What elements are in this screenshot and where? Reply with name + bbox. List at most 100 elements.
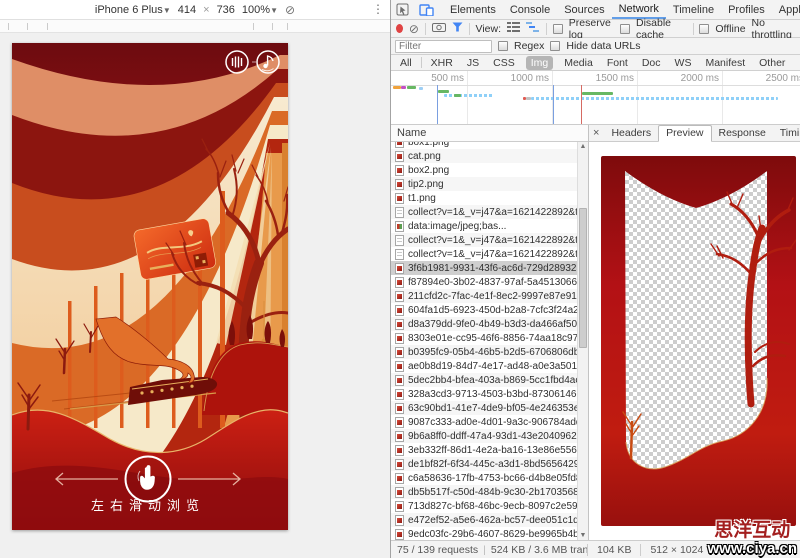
divider: [421, 57, 422, 68]
watermark: 思洋互动 www.ciya.cn: [708, 521, 797, 557]
table-row[interactable]: c6a58636-17fb-4753-bc66-d4b8e05fd855: [391, 471, 577, 485]
table-row[interactable]: 63c90bd1-41e7-4de9-bf05-4e246353ec42: [391, 401, 577, 415]
offline-checkbox[interactable]: [699, 24, 709, 34]
view-list-icon[interactable]: [507, 22, 520, 35]
type-filter-js[interactable]: JS: [464, 57, 482, 69]
offline-label: Offline: [715, 23, 745, 35]
type-filter-img[interactable]: Img: [526, 56, 554, 70]
tab-console[interactable]: Console: [503, 0, 557, 19]
table-row[interactable]: 713d827c-bf68-46bc-9ecb-8097c2e59012: [391, 499, 577, 513]
clear-icon[interactable]: ⊘: [409, 23, 419, 35]
image-file-icon: [395, 305, 404, 316]
disable-cache-checkbox[interactable]: [620, 24, 630, 34]
table-row[interactable]: data:image/jpeg;bas...: [391, 219, 577, 233]
throttling-select[interactable]: No throttling: [752, 17, 795, 41]
type-filter-css[interactable]: CSS: [490, 57, 518, 69]
table-row[interactable]: db5b517f-c50d-484b-9c30-2b1703568040: [391, 485, 577, 499]
table-row[interactable]: 328a3cd3-9713-4503-b3bd-87306146dad1: [391, 387, 577, 401]
table-row[interactable]: ae0b8d19-84d7-4e17-ad48-a0e3a501501f: [391, 359, 577, 373]
close-detail-icon[interactable]: ×: [593, 127, 599, 139]
file-name: 63c90bd1-41e7-4de9-bf05-4e246353ec42: [408, 403, 577, 414]
type-filter-manifest[interactable]: Manifest: [702, 57, 748, 69]
inspect-element-icon[interactable]: [391, 0, 414, 19]
image-file-icon: [395, 417, 404, 428]
table-row[interactable]: tip2.png: [391, 177, 577, 191]
network-overview[interactable]: 500 ms1000 ms1500 ms2000 ms2500 ms: [391, 71, 800, 125]
throttling-icon[interactable]: ⊘: [285, 4, 295, 16]
hide-data-urls-checkbox[interactable]: [550, 41, 560, 51]
status-segment: 75 / 139 requests: [397, 544, 478, 556]
image-file-icon: [395, 291, 404, 302]
detail-tab-response[interactable]: Response: [712, 126, 773, 141]
table-row[interactable]: box1.png: [391, 142, 577, 149]
table-row[interactable]: 604fa1d5-6923-450d-b2a8-7cfc3f24a2db: [391, 303, 577, 317]
scroll-up-icon[interactable]: ▲: [578, 143, 588, 150]
zoom-select[interactable]: 100% ▼: [242, 4, 278, 16]
table-row[interactable]: 3eb332ff-86d1-4e2a-ba16-13e86e5565ef: [391, 443, 577, 457]
type-filter-doc[interactable]: Doc: [639, 57, 664, 69]
viewport-width-field[interactable]: 414: [178, 4, 196, 16]
table-row[interactable]: de1bf82f-6f34-445c-a3d1-8bd5656429a2: [391, 457, 577, 471]
type-filter-other[interactable]: Other: [756, 57, 788, 69]
detail-tab-preview[interactable]: Preview: [658, 125, 711, 142]
timeline-tick-label: 1500 ms: [596, 73, 634, 84]
device-emulation-pane: iPhone 6 Plus ▼ 414 × 736 100% ▼ ⊘ ⋮: [0, 0, 390, 558]
preserve-log-checkbox[interactable]: [553, 24, 563, 34]
table-row[interactable]: d8a379dd-9fe0-4b49-b3d3-da466af50a92: [391, 317, 577, 331]
table-row[interactable]: t1.png: [391, 191, 577, 205]
file-name: t1.png: [408, 193, 436, 204]
table-row[interactable]: collect?v=1&_v=j47&a=1621422892&t=event.…: [391, 247, 577, 261]
image-file-icon: [395, 529, 404, 540]
detail-tab-headers[interactable]: Headers: [604, 126, 658, 141]
capture-screenshots-icon[interactable]: [432, 22, 446, 36]
image-preview-content: [589, 142, 800, 540]
device-select[interactable]: iPhone 6 Plus ▼: [95, 4, 171, 16]
image-file-icon: [395, 165, 404, 176]
record-icon[interactable]: [396, 24, 403, 33]
table-row[interactable]: collect?v=1&_v=j47&a=1621422892&t=event.…: [391, 233, 577, 247]
table-row[interactable]: box2.png: [391, 163, 577, 177]
image-file-icon: [395, 445, 404, 456]
table-row[interactable]: f87894e0-3b02-4837-97af-5a4513066f51: [391, 275, 577, 289]
table-row[interactable]: 9b6a8ff0-ddff-47a4-93d1-43e2040962ba: [391, 429, 577, 443]
table-row[interactable]: 9087c333-ad0e-4d01-9a3c-906784addbe2: [391, 415, 577, 429]
table-row[interactable]: 8303e01e-cc95-46f6-8856-74aa18c9730f: [391, 331, 577, 345]
table-row[interactable]: e472ef52-a5e6-462a-bc57-dee051c1d768: [391, 513, 577, 527]
file-name: 604fa1d5-6923-450d-b2a8-7cfc3f24a2db: [408, 305, 577, 316]
table-row[interactable]: 3f6b1981-9931-43f6-ac6d-729d28932a9a: [391, 261, 577, 275]
image-file-icon: [395, 333, 404, 344]
tab-elements[interactable]: Elements: [443, 0, 503, 19]
viewport-height-field[interactable]: 736: [217, 4, 235, 16]
file-name: 8303e01e-cc95-46f6-8856-74aa18c9730f: [408, 333, 577, 344]
detail-tab-timing[interactable]: Timing: [773, 126, 800, 141]
filter-input[interactable]: [395, 40, 492, 53]
table-row[interactable]: cat.png: [391, 149, 577, 163]
list-scrollbar[interactable]: ▲ ▼: [577, 142, 588, 540]
table-row[interactable]: b0395fc9-05b4-46b5-b2d5-6706806db3b0: [391, 345, 577, 359]
file-name: c6a58636-17fb-4753-bc66-d4b8e05fd855: [408, 473, 577, 484]
document-file-icon: [395, 207, 404, 218]
name-column-header[interactable]: Name: [391, 125, 588, 142]
regex-checkbox[interactable]: [498, 41, 508, 51]
device-toolbar-toggle-icon[interactable]: [414, 0, 439, 19]
type-filter-media[interactable]: Media: [561, 57, 596, 69]
resource-size-status: 104 KB: [588, 544, 641, 556]
type-filter-xhr[interactable]: XHR: [428, 57, 456, 69]
filter-toggle-icon[interactable]: [452, 22, 463, 35]
load-event-marker: [581, 85, 582, 124]
emulated-page[interactable]: 左右滑动浏览: [12, 43, 288, 530]
summary-status: 75 / 139 requests|524 KB / 3.6 MB transf…: [391, 544, 588, 556]
scrollbar-thumb[interactable]: [579, 208, 587, 348]
type-filter-ws[interactable]: WS: [672, 57, 695, 69]
file-name: 713d827c-bf68-46bc-9ecb-8097c2e59012: [408, 501, 577, 512]
type-filter-all[interactable]: All: [397, 57, 415, 69]
table-row[interactable]: 9edc03fc-29b6-4607-8629-be9965b4b8bb: [391, 527, 577, 540]
type-filter-font[interactable]: Font: [604, 57, 631, 69]
network-filter-row: Regex Hide data URLs: [391, 38, 800, 55]
table-row[interactable]: collect?v=1&_v=j47&a=1621422892&t=page..…: [391, 205, 577, 219]
table-row[interactable]: 211cfd2c-7fac-4e1f-8ec2-9997e87e9192: [391, 289, 577, 303]
view-waterfall-icon[interactable]: [526, 22, 540, 35]
scroll-down-icon[interactable]: ▼: [578, 532, 588, 539]
table-row[interactable]: 5dec2bb4-bfea-403a-b869-5cc1fbd4ac19: [391, 373, 577, 387]
device-menu-icon[interactable]: ⋮: [372, 2, 384, 16]
